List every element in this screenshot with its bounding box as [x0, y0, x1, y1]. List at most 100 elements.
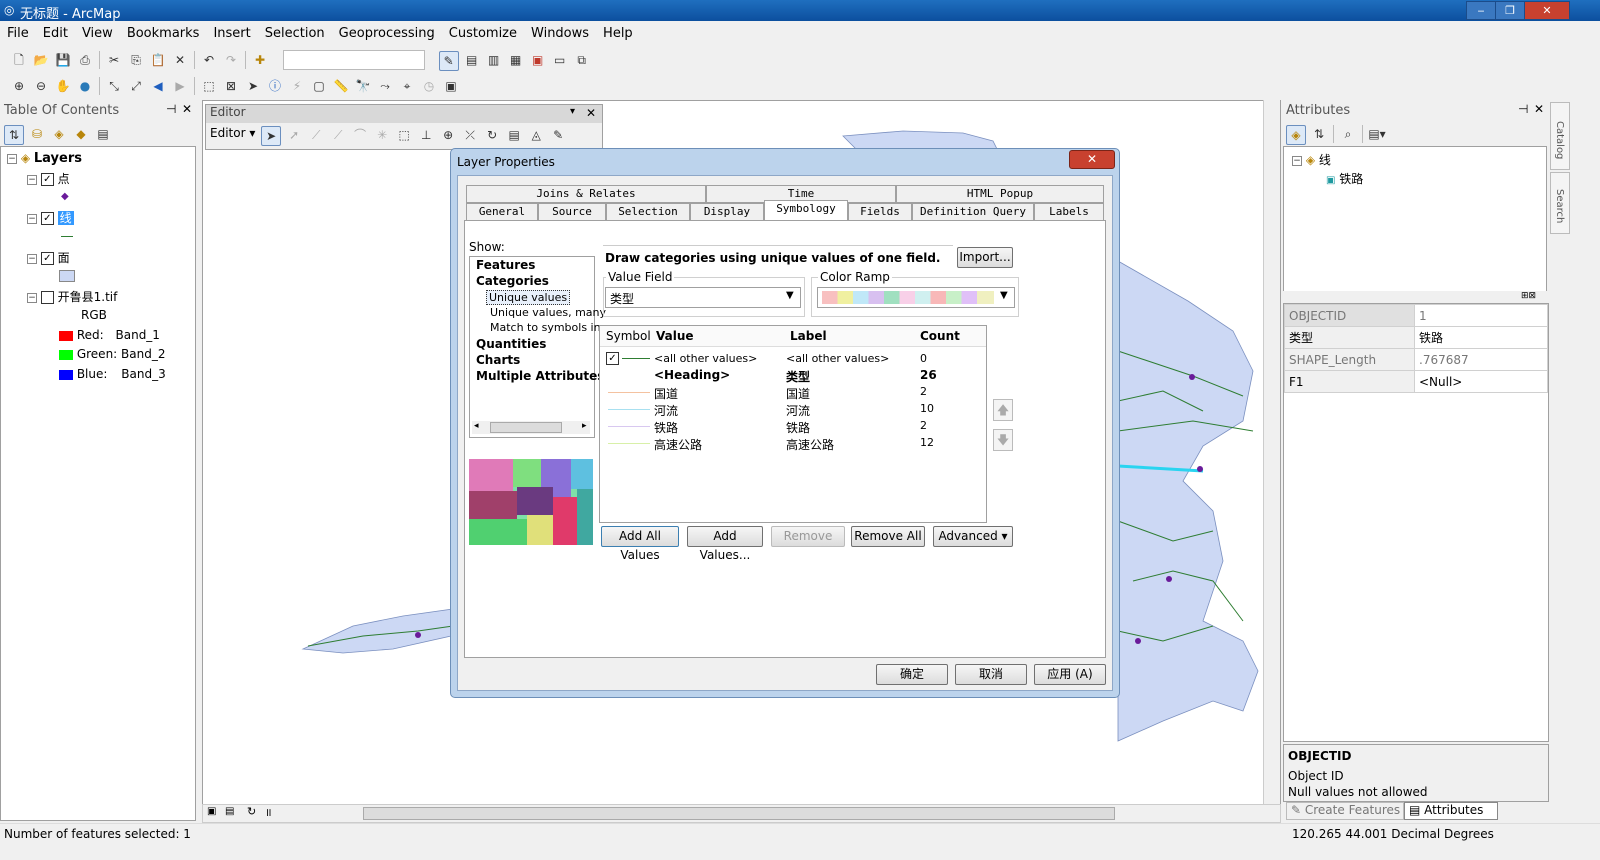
layers-root[interactable]: Layers: [34, 151, 82, 166]
collapse-icon[interactable]: −: [27, 253, 37, 264]
go-to-xy-icon[interactable]: ⌖: [398, 77, 416, 95]
data-view-icon[interactable]: ▣: [207, 806, 216, 817]
layer-visibility-checkbox[interactable]: ✓: [40, 212, 54, 225]
identify-icon[interactable]: ⓘ: [266, 77, 284, 95]
undo-icon[interactable]: ↶: [200, 51, 218, 69]
rotate-icon[interactable]: ↻: [483, 126, 501, 144]
show-match-to-symbols[interactable]: Match to symbols in a: [490, 321, 611, 334]
back-icon[interactable]: ◀: [149, 77, 167, 95]
ok-button[interactable]: 确定: [876, 664, 948, 685]
editor-close-icon[interactable]: ✕: [586, 106, 596, 120]
fixed-zoom-in-icon[interactable]: ⤡: [105, 77, 123, 95]
attributes-close-icon[interactable]: ✕: [1534, 102, 1544, 116]
attr-tree-layer[interactable]: 线: [1319, 153, 1331, 167]
menu-geoprocessing[interactable]: Geoprocessing: [332, 23, 442, 41]
sort-icon[interactable]: ⇅: [1310, 125, 1328, 143]
layer-visibility-checkbox[interactable]: ✓: [40, 252, 54, 265]
polygon-symbol[interactable]: [59, 270, 75, 282]
layout-view-icon[interactable]: ▤: [225, 806, 234, 817]
print-icon[interactable]: ⎙: [76, 51, 94, 69]
tab-display[interactable]: Display: [690, 203, 764, 221]
tab-attributes[interactable]: ▤ Attributes: [1404, 802, 1498, 820]
html-popup-icon[interactable]: ▢: [310, 77, 328, 95]
remove-all-button[interactable]: Remove All: [851, 526, 925, 547]
zoom-out-icon[interactable]: ⊖: [32, 77, 50, 95]
collapse-icon[interactable]: −: [27, 213, 37, 224]
value-field-combo[interactable]: 类型 ▼: [605, 287, 801, 308]
show-unique-values[interactable]: Unique values: [486, 290, 571, 305]
collapse-icon[interactable]: −: [27, 292, 37, 303]
attr-tree-feature[interactable]: 铁路: [1339, 172, 1363, 186]
col-value[interactable]: Value: [656, 329, 694, 343]
list-by-source-icon[interactable]: ⛁: [28, 125, 46, 143]
pan-icon[interactable]: ✋: [54, 77, 72, 95]
tab-symbology[interactable]: Symbology: [764, 200, 848, 220]
row-symbol[interactable]: [608, 409, 650, 410]
cancel-button[interactable]: 取消: [955, 664, 1027, 685]
table-row[interactable]: F1 <Null>: [1284, 370, 1548, 393]
hyperlink-icon[interactable]: ⚡: [288, 77, 306, 95]
edit-tool-icon[interactable]: ➤: [261, 126, 282, 146]
redo-icon[interactable]: ↷: [222, 51, 240, 69]
remove-button[interactable]: Remove: [771, 526, 845, 547]
field-value[interactable]: .767687: [1414, 348, 1548, 371]
apply-button[interactable]: 应用 (A): [1034, 664, 1106, 685]
attribute-options-icon[interactable]: ▤▾: [1368, 125, 1386, 143]
table-icon[interactable]: ▤: [463, 51, 481, 69]
table-row[interactable]: SHAPE_Length .767687: [1284, 348, 1548, 371]
paste-icon[interactable]: 📋: [149, 51, 167, 69]
time-slider-icon[interactable]: ◷: [420, 77, 438, 95]
pause-icon[interactable]: ॥: [265, 805, 272, 820]
layer-visibility-checkbox[interactable]: [40, 291, 54, 304]
new-icon[interactable]: 🗋: [10, 51, 28, 69]
tab-html-popup[interactable]: HTML Popup: [896, 185, 1104, 203]
layer-polygon[interactable]: 面: [58, 251, 70, 265]
table-row[interactable]: 类型 铁路: [1284, 326, 1548, 349]
col-count[interactable]: Count: [920, 329, 960, 343]
list-by-drawing-order-icon[interactable]: ⇅: [4, 125, 24, 145]
tab-source[interactable]: Source: [538, 203, 606, 221]
save-icon[interactable]: 💾: [54, 51, 72, 69]
editor-toolbar-icon[interactable]: ✎: [438, 51, 459, 71]
python-icon[interactable]: ▭: [551, 51, 569, 69]
table-row[interactable]: 国道 国道 2: [600, 384, 986, 401]
trace-icon[interactable]: ⌒: [351, 126, 369, 144]
menu-edit[interactable]: Edit: [36, 23, 75, 41]
catalog-side-tab[interactable]: Catalog: [1550, 102, 1570, 170]
color-ramp-combo[interactable]: ▼: [817, 287, 1015, 308]
toc-close-icon[interactable]: ✕: [182, 102, 192, 116]
table-row[interactable]: <Heading> 类型 26: [600, 367, 986, 384]
add-values-button[interactable]: Add Values...: [687, 526, 763, 562]
row-symbol[interactable]: [608, 426, 650, 427]
move-up-button[interactable]: 🡅: [993, 399, 1013, 421]
menu-file[interactable]: File: [0, 23, 36, 41]
row-symbol[interactable]: [608, 443, 650, 444]
close-button[interactable]: ✕: [1524, 1, 1570, 20]
collapse-icon[interactable]: −: [1292, 155, 1302, 166]
full-extent-icon[interactable]: ●: [76, 77, 94, 95]
clear-selection-icon[interactable]: ⊠: [222, 77, 240, 95]
pin-icon[interactable]: ⊣: [1518, 102, 1528, 116]
maximize-button[interactable]: ❐: [1495, 1, 1525, 20]
list-by-visibility-icon[interactable]: ◈: [50, 125, 68, 143]
minimize-button[interactable]: ‒: [1466, 1, 1496, 20]
delete-icon[interactable]: ✕: [171, 51, 189, 69]
map-horizontal-scrollbar[interactable]: ▣ ▤ ↻ ॥: [202, 804, 1281, 823]
menu-bookmarks[interactable]: Bookmarks: [120, 23, 207, 41]
tab-definition-query[interactable]: Definition Query: [912, 203, 1034, 221]
show-charts[interactable]: Charts: [476, 353, 520, 367]
sketch-properties-icon[interactable]: ◬: [527, 126, 545, 144]
select-elements-icon[interactable]: ➤: [244, 77, 262, 95]
copy-icon[interactable]: ⎘: [127, 51, 145, 69]
list-by-selection-icon[interactable]: ◆: [72, 125, 90, 143]
menu-selection[interactable]: Selection: [258, 23, 332, 41]
all-other-values-checkbox[interactable]: ✓: [606, 352, 619, 365]
layer-line[interactable]: 线: [57, 211, 74, 225]
show-unique-values-many[interactable]: Unique values, many: [490, 306, 606, 319]
show-multiple-attributes[interactable]: Multiple Attributes: [476, 369, 604, 383]
expand-icon[interactable]: ⊞⊠: [1521, 291, 1536, 301]
tab-fields[interactable]: Fields: [848, 203, 912, 221]
scroll-thumb[interactable]: [363, 807, 1115, 820]
collapse-icon[interactable]: −: [27, 174, 37, 185]
attributes-icon[interactable]: ▤: [505, 126, 523, 144]
